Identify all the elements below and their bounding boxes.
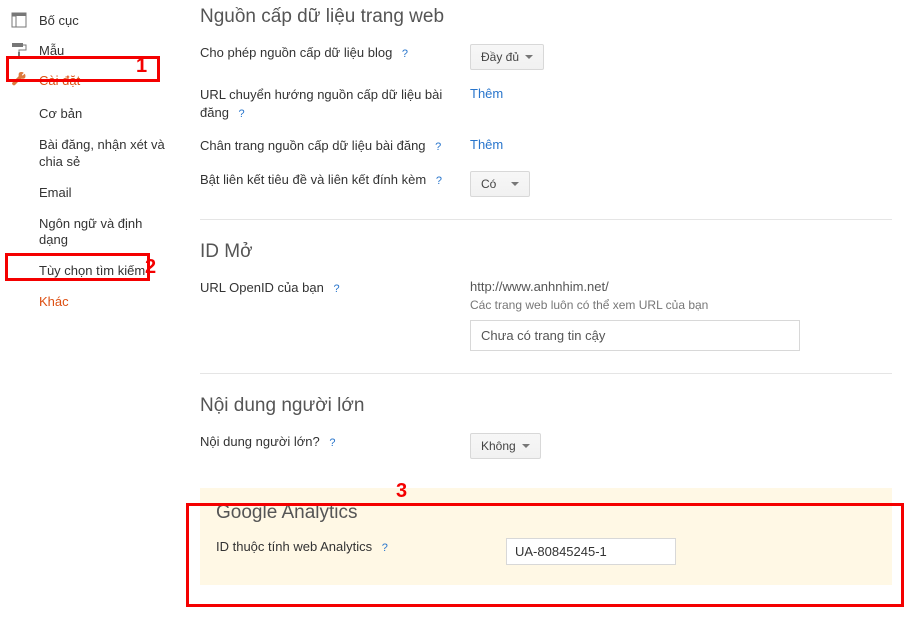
section-openid: ID Mở URL OpenID của bạn ? http://www.an… [200,235,892,374]
sidebar-item-label: Mẫu [39,43,64,58]
section-adult: Nội dung người lớn Nội dung người lớn? ?… [200,389,892,473]
layout-icon [9,10,29,30]
row-label: Nội dung người lớn? ? [200,433,470,459]
help-icon[interactable]: ? [239,107,245,122]
sidebar-sub-basic[interactable]: Cơ bản [39,99,180,130]
row-label: Chân trang nguồn cấp dữ liệu bài đăng ? [200,137,470,155]
trusted-sites-box[interactable]: Chưa có trang tin cậy [470,320,800,351]
help-icon[interactable]: ? [333,282,339,297]
row-label: ID thuộc tính web Analytics ? [216,538,506,565]
sidebar-sub-email[interactable]: Email [39,178,180,209]
help-icon[interactable]: ? [435,140,441,155]
section-title: ID Mở [200,235,892,263]
analytics-id-input[interactable] [506,538,676,565]
add-footer-link[interactable]: Thêm [470,137,503,152]
openid-note: Các trang web luôn có thể xem URL của bạ… [470,298,892,312]
main-content: Nguồn cấp dữ liệu trang web Cho phép ngu… [180,0,912,605]
dropdown-value: Đầy đủ [481,50,519,64]
section-title: Nội dung người lớn [200,389,892,417]
row-label: URL OpenID của bạn ? [200,279,470,351]
help-icon[interactable]: ? [402,47,408,62]
sidebar: Bố cục Mẫu Cài đặt Cơ bản Bài đăng, nhận… [0,0,180,605]
sidebar-item-label: Cài đặt [39,73,80,88]
dropdown-value: Không [481,439,516,453]
row-label: URL chuyển hướng nguồn cấp dữ liệu bài đ… [200,86,470,121]
sidebar-item-layout[interactable]: Bố cục [5,5,180,35]
title-links-dropdown[interactable]: Có [470,171,530,197]
section-site-feed: Nguồn cấp dữ liệu trang web Cho phép ngu… [200,0,892,220]
sidebar-item-settings[interactable]: Cài đặt [5,65,180,95]
dropdown-value: Có [481,177,496,191]
sidebar-sub-other[interactable]: Khác [39,287,180,318]
add-redirect-link[interactable]: Thêm [470,86,503,101]
section-title: Nguồn cấp dữ liệu trang web [200,0,892,28]
sidebar-sub-search[interactable]: Tùy chọn tìm kiếm [39,256,180,287]
help-icon[interactable]: ? [329,436,335,451]
section-title: Google Analytics [216,502,876,524]
sidebar-sub-language[interactable]: Ngôn ngữ và định dạng [39,209,180,257]
allow-feed-dropdown[interactable]: Đầy đủ [470,44,544,70]
wrench-icon [9,70,29,90]
sidebar-item-label: Bố cục [39,13,79,28]
help-icon[interactable]: ? [436,174,442,189]
chevron-down-icon [511,182,519,186]
openid-url: http://www.anhnhim.net/ [470,279,892,294]
chevron-down-icon [525,55,533,59]
section-analytics: Google Analytics ID thuộc tính web Analy… [200,488,892,585]
sidebar-sub-posts[interactable]: Bài đăng, nhận xét và chia sẻ [39,130,180,178]
sidebar-item-template[interactable]: Mẫu [5,35,180,65]
paint-roller-icon [9,40,29,60]
row-label: Cho phép nguồn cấp dữ liệu blog ? [200,44,470,70]
adult-content-dropdown[interactable]: Không [470,433,541,459]
help-icon[interactable]: ? [382,541,388,556]
chevron-down-icon [522,444,530,448]
row-label: Bật liên kết tiêu đề và liên kết đính kè… [200,171,470,197]
sidebar-subitems: Cơ bản Bài đăng, nhận xét và chia sẻ Ema… [5,95,180,318]
